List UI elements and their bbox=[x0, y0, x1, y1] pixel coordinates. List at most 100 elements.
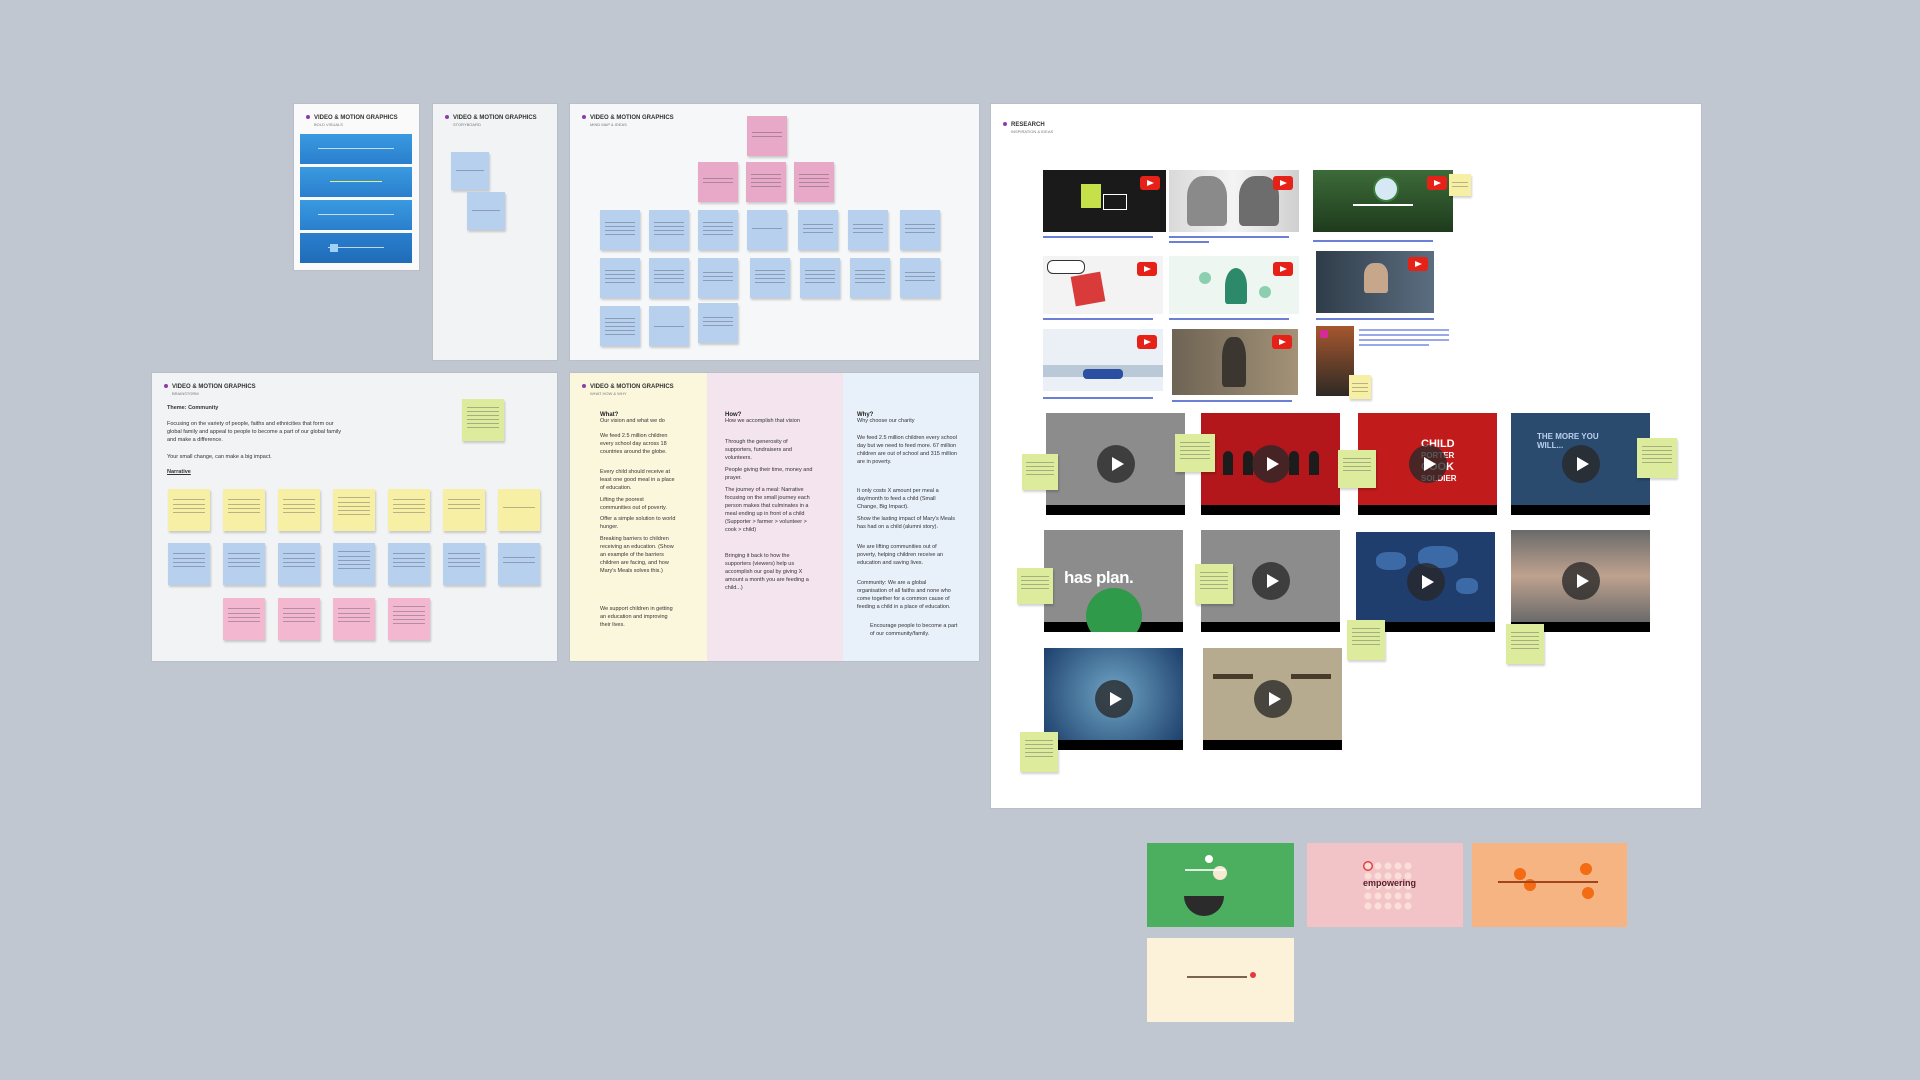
sticky-note[interactable] bbox=[600, 306, 640, 346]
sticky-note[interactable] bbox=[388, 543, 430, 585]
sticky-note[interactable] bbox=[388, 598, 430, 640]
sticky-note[interactable] bbox=[747, 116, 787, 156]
sticky-note[interactable] bbox=[1022, 454, 1058, 490]
sticky-note[interactable] bbox=[900, 210, 940, 250]
sticky-note[interactable] bbox=[333, 598, 375, 640]
video-thumbnail[interactable] bbox=[1511, 530, 1650, 632]
sticky-note[interactable] bbox=[1347, 620, 1385, 660]
video-thumbnail[interactable] bbox=[1046, 413, 1185, 515]
video-thumbnail[interactable] bbox=[1201, 413, 1340, 515]
youtube-link-card[interactable] bbox=[1043, 170, 1166, 232]
animation-card-orange[interactable] bbox=[1472, 843, 1627, 927]
slide-thumbnail[interactable] bbox=[300, 167, 412, 197]
sticky-note[interactable] bbox=[1637, 438, 1677, 478]
animation-card-cream[interactable] bbox=[1147, 938, 1294, 1022]
sticky-note[interactable] bbox=[900, 258, 940, 298]
sticky-note[interactable] bbox=[443, 543, 485, 585]
slide-thumbnail[interactable] bbox=[300, 134, 412, 164]
slide-thumbnail[interactable] bbox=[300, 233, 412, 263]
sticky-note[interactable] bbox=[1449, 174, 1471, 196]
sticky-note[interactable] bbox=[498, 489, 540, 531]
sticky-note[interactable] bbox=[223, 543, 265, 585]
frame-research[interactable]: RESEARCHINSPIRATION & IDEAS CHILD PORTER… bbox=[991, 104, 1701, 808]
play-icon[interactable] bbox=[1253, 680, 1292, 718]
sticky-note[interactable] bbox=[848, 210, 888, 250]
video-thumbnail[interactable]: THE MORE YOU WILL... bbox=[1511, 413, 1650, 515]
sticky-note[interactable] bbox=[278, 598, 320, 640]
sticky-note[interactable] bbox=[850, 258, 890, 298]
sticky-note[interactable] bbox=[278, 489, 320, 531]
sticky-note[interactable] bbox=[649, 258, 689, 298]
sticky-note[interactable] bbox=[388, 489, 430, 531]
why-paragraph: Community: We are a global organisation … bbox=[857, 580, 951, 610]
sticky-note[interactable] bbox=[451, 152, 489, 190]
sticky-note[interactable] bbox=[1349, 375, 1371, 399]
frame-header: VIDEO & MOTION GRAPHICS MIND MAP & IDEAS bbox=[582, 115, 674, 127]
play-icon[interactable] bbox=[1408, 445, 1447, 483]
sticky-note[interactable] bbox=[462, 399, 504, 441]
video-thumbnail[interactable] bbox=[1356, 532, 1495, 632]
sticky-note[interactable] bbox=[467, 192, 505, 230]
play-icon[interactable] bbox=[1251, 562, 1290, 600]
frame-subtitle: MIND MAP & IDEAS bbox=[590, 121, 627, 127]
sticky-note[interactable] bbox=[1017, 568, 1053, 604]
sticky-note[interactable] bbox=[798, 210, 838, 250]
sticky-note[interactable] bbox=[168, 489, 210, 531]
sticky-note[interactable] bbox=[443, 489, 485, 531]
play-icon[interactable] bbox=[1561, 445, 1600, 483]
sticky-note[interactable] bbox=[746, 162, 786, 202]
sticky-note[interactable] bbox=[168, 543, 210, 585]
animation-card-pink[interactable]: empowering bbox=[1307, 843, 1463, 927]
frame-title: RESEARCH bbox=[1011, 122, 1045, 128]
sticky-note[interactable] bbox=[698, 258, 738, 298]
sticky-note[interactable] bbox=[698, 303, 738, 343]
sticky-note[interactable] bbox=[223, 598, 265, 640]
sticky-note[interactable] bbox=[333, 543, 375, 585]
slide-thumbnail[interactable] bbox=[300, 200, 412, 230]
sticky-note[interactable] bbox=[1338, 450, 1376, 488]
play-icon[interactable] bbox=[1251, 445, 1290, 483]
youtube-link-card[interactable] bbox=[1169, 170, 1299, 232]
frame-narrative[interactable]: VIDEO & MOTION GRAPHICS BRAINSTORM Theme:… bbox=[152, 373, 557, 661]
what-paragraph: Offer a simple solution to world hunger. bbox=[600, 516, 676, 530]
sticky-note[interactable] bbox=[649, 306, 689, 346]
video-thumbnail[interactable]: CHILD PORTER COOK SOLDIER bbox=[1358, 413, 1497, 515]
play-icon[interactable] bbox=[1096, 445, 1135, 483]
sticky-note[interactable] bbox=[223, 489, 265, 531]
youtube-link-card[interactable] bbox=[1043, 256, 1163, 314]
sticky-note[interactable] bbox=[800, 258, 840, 298]
sticky-note[interactable] bbox=[750, 258, 790, 298]
frame-slides[interactable]: VIDEO & MOTION GRAPHICS BOLD VISUALS bbox=[294, 104, 419, 270]
sticky-note[interactable] bbox=[747, 210, 787, 250]
frame-mindmap[interactable]: VIDEO & MOTION GRAPHICS MIND MAP & IDEAS bbox=[570, 104, 979, 360]
video-thumbnail[interactable]: has plan. bbox=[1044, 530, 1183, 632]
sticky-note[interactable] bbox=[1175, 434, 1215, 472]
youtube-link-card[interactable] bbox=[1172, 329, 1298, 395]
youtube-link-card[interactable] bbox=[1316, 251, 1434, 313]
sticky-note[interactable] bbox=[698, 210, 738, 250]
animation-card-green[interactable] bbox=[1147, 843, 1294, 927]
youtube-link-card[interactable] bbox=[1313, 170, 1453, 232]
sticky-note[interactable] bbox=[498, 543, 540, 585]
youtube-link-card[interactable] bbox=[1169, 256, 1299, 314]
youtube-link-card[interactable] bbox=[1043, 329, 1163, 391]
play-icon[interactable] bbox=[1561, 562, 1600, 600]
video-thumbnail[interactable] bbox=[1203, 648, 1342, 750]
sticky-note[interactable] bbox=[1195, 564, 1233, 604]
sticky-note[interactable] bbox=[698, 162, 738, 202]
play-icon[interactable] bbox=[1094, 680, 1133, 718]
sticky-note[interactable] bbox=[278, 543, 320, 585]
sticky-note[interactable] bbox=[1506, 624, 1544, 664]
sticky-note[interactable] bbox=[333, 489, 375, 531]
video-thumbnail[interactable] bbox=[1044, 648, 1183, 750]
frame-what-how-why[interactable]: VIDEO & MOTION GRAPHICS WHAT HOW & WHY Wh… bbox=[570, 373, 979, 661]
frame-header: VIDEO & MOTION GRAPHICS STORYBOARD bbox=[445, 115, 537, 127]
sticky-note[interactable] bbox=[600, 258, 640, 298]
frame-storyboard[interactable]: VIDEO & MOTION GRAPHICS STORYBOARD bbox=[433, 104, 557, 360]
sticky-note[interactable] bbox=[600, 210, 640, 250]
play-icon[interactable] bbox=[1406, 563, 1445, 601]
sticky-note[interactable] bbox=[1020, 732, 1058, 772]
why-paragraph: We feed 2.5 million children every schoo… bbox=[857, 435, 957, 465]
sticky-note[interactable] bbox=[649, 210, 689, 250]
sticky-note[interactable] bbox=[794, 162, 834, 202]
